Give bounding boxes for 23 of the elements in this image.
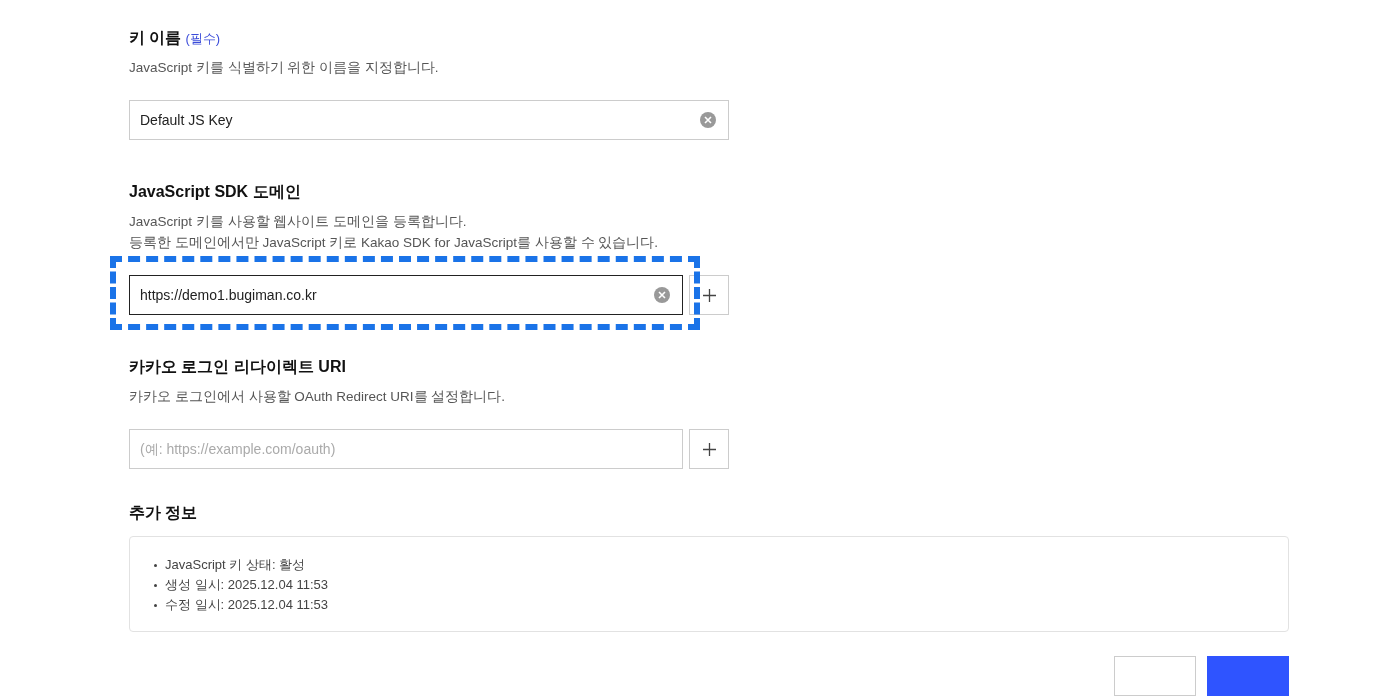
required-label: (필수) [185,30,221,48]
clear-icon[interactable] [700,112,716,128]
text-field[interactable]: (예: https://example.com/oauth) [129,429,683,469]
section-description: 등록한 도메인에서만 JavaScript 키로 Kakao SDK for JavaScript를 사용할 수 있습니다. [129,234,660,252]
text-field[interactable]: Default JS Key [129,100,729,140]
section-description: JavaScript 키를 식별하기 위한 이름을 지정합니다. [129,59,440,77]
section-title: JavaScript SDK 도메인 [129,182,301,202]
plus-icon [702,288,716,302]
section-title: 카카오 로그인 리다이렉트 URI [129,357,346,377]
plus-icon [702,442,716,456]
info-item: JavaScript 키 상태: 활성 [165,556,306,574]
info-item: 생성 일시: 2025.12.04 11:53 [165,576,329,594]
secondary-button[interactable] [1114,656,1196,696]
text-field[interactable]: https://demo1.bugiman.co.kr [129,275,683,315]
bullet-icon [154,563,157,567]
section-description: 카카오 로그인에서 사용할 OAuth Redirect URI를 설정합니다. [129,388,507,406]
bullet-icon [154,583,157,587]
section-description: JavaScript 키를 사용할 웹사이트 도메인을 등록합니다. [129,213,468,231]
clear-icon[interactable] [654,287,670,303]
bullet-icon [154,603,157,607]
section-title: 추가 정보 [129,503,199,523]
section-title: 키 이름 [129,28,182,48]
info-item: 수정 일시: 2025.12.04 11:53 [165,596,329,614]
